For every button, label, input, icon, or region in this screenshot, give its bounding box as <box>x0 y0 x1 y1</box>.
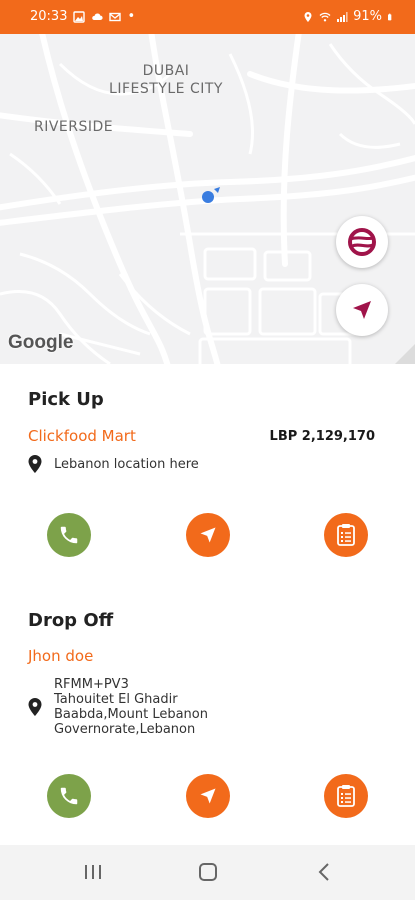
dropoff-customer-name[interactable]: Jhon doe <box>28 647 93 665</box>
cloud-icon <box>92 13 104 20</box>
gallery-icon <box>73 10 86 23</box>
clipboard-icon <box>337 524 355 546</box>
home-button[interactable] <box>193 859 223 885</box>
address-line: Baabda,Mount Lebanon <box>54 707 208 722</box>
map-label-riverside: RIVERSIDE <box>34 119 114 135</box>
wifi-icon <box>319 12 331 21</box>
open-google-maps-button[interactable] <box>336 216 388 268</box>
dropoff-address: RFMM+PV3 Tahouitet El Ghadir Baabda,Moun… <box>54 677 208 737</box>
home-icon <box>199 863 217 881</box>
signal-icon <box>337 11 348 22</box>
phone-icon <box>60 526 78 544</box>
dropoff-navigate-button[interactable] <box>186 774 230 818</box>
google-maps-logo-icon <box>348 228 376 256</box>
location-pin-icon <box>28 455 42 473</box>
pickup-order-details-button[interactable] <box>324 513 368 557</box>
status-time: 20:33 <box>30 9 68 24</box>
current-location-marker <box>202 187 220 203</box>
pickup-store-name[interactable]: Clickfood Mart <box>28 427 136 445</box>
recent-apps-button[interactable] <box>78 859 108 885</box>
pickup-call-button[interactable] <box>47 513 91 557</box>
location-pin-icon <box>28 698 42 716</box>
map-label-dubai-lifestyle-city: DUBAI LIFESTYLE CITY <box>109 63 223 97</box>
navigation-arrow-icon <box>200 788 216 804</box>
dropoff-order-details-button[interactable] <box>324 774 368 818</box>
battery-icon <box>388 13 392 20</box>
address-line: RFMM+PV3 <box>54 677 129 692</box>
notification-dot: • <box>127 9 136 24</box>
back-icon <box>318 863 329 881</box>
address-line: Tahouitet El Ghadir <box>54 692 178 707</box>
mail-icon <box>109 12 122 21</box>
google-logo: Google <box>8 332 74 353</box>
dropoff-title: Drop Off <box>28 610 114 631</box>
system-navigation-bar <box>0 845 415 900</box>
recent-apps-icon <box>85 865 101 879</box>
dropoff-address-row: RFMM+PV3 Tahouitet El Ghadir Baabda,Moun… <box>28 677 208 737</box>
pickup-address: Lebanon location here <box>54 456 199 472</box>
battery-percent: 91% <box>353 9 382 24</box>
navigation-arrow-icon <box>200 527 216 543</box>
address-line: Governorate,Lebanon <box>54 722 196 737</box>
clipboard-icon <box>337 785 355 807</box>
order-total-price: LBP 2,129,170 <box>269 429 375 444</box>
recenter-location-button[interactable] <box>336 284 388 336</box>
location-status-icon <box>304 11 312 22</box>
status-bar: 20:33 • 91% <box>0 0 415 34</box>
navigation-arrow-icon <box>353 301 371 319</box>
phone-icon <box>60 787 78 805</box>
pickup-title: Pick Up <box>28 389 104 410</box>
pickup-navigate-button[interactable] <box>186 513 230 557</box>
pickup-address-row: Lebanon location here <box>28 455 199 473</box>
dropoff-call-button[interactable] <box>47 774 91 818</box>
back-button[interactable] <box>309 859 339 885</box>
map-view[interactable]: DUBAI LIFESTYLE CITY RIVERSIDE Google <box>0 34 415 364</box>
